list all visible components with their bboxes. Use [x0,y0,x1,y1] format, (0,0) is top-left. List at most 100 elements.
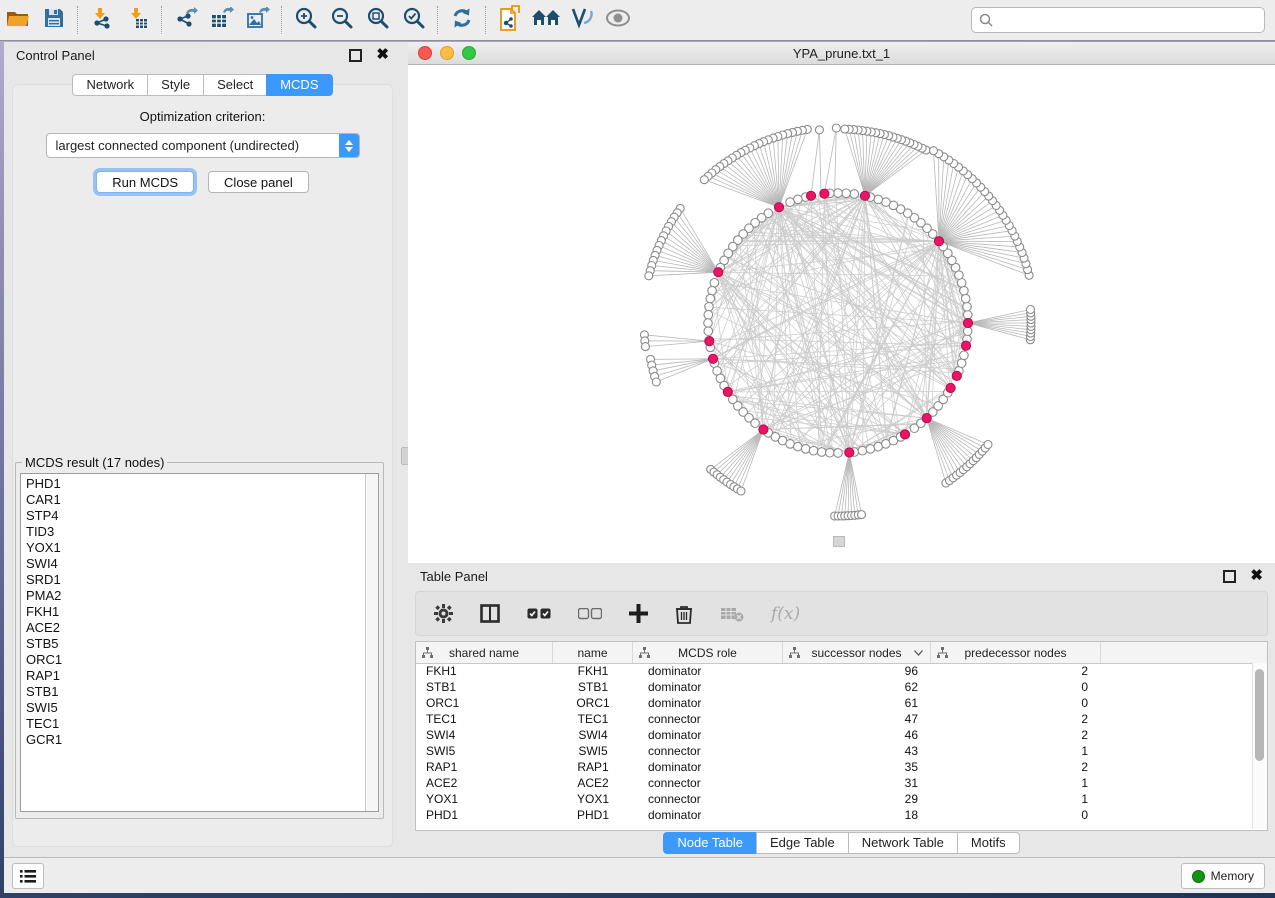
cell-mcds-role[interactable]: dominator [633,695,783,711]
network-node[interactable] [710,279,719,288]
network-node[interactable] [817,448,826,457]
cell-shared-name[interactable]: SWI4 [416,727,553,743]
cell-mcds-role[interactable]: connector [633,791,783,807]
network-node[interactable] [963,302,972,311]
add-column-button[interactable] [629,604,648,623]
network-node[interactable] [963,311,972,320]
float-panel-icon[interactable] [349,49,362,62]
mcds-result-item[interactable]: PHD1 [21,476,365,492]
cell-mcds-role[interactable]: dominator [633,807,783,823]
zoom-selected-button[interactable] [396,4,432,36]
network-node[interactable] [794,442,803,451]
show-hide-button[interactable] [600,4,636,36]
cell-name[interactable]: FKH1 [553,663,633,679]
cell-mcds-role[interactable]: connector [633,775,783,791]
zoom-out-button[interactable] [324,4,360,36]
table-scrollbar-thumb[interactable] [1255,669,1264,761]
mcds-result-item[interactable]: SWI4 [21,556,365,572]
network-node[interactable] [786,198,795,207]
import-network-button[interactable] [84,4,120,36]
cell-mcds-role[interactable]: connector [633,711,783,727]
mcds-hub-node[interactable] [723,387,732,396]
mcds-result-item[interactable]: STB1 [21,684,365,700]
mcds-hub-node[interactable] [774,203,783,212]
network-overview-button[interactable] [528,4,564,36]
network-node[interactable] [866,445,875,454]
network-node[interactable] [834,189,843,198]
network-node[interactable] [801,445,810,454]
cell-shared-name[interactable]: ACE2 [416,775,553,791]
mcds-hub-node[interactable] [806,191,815,200]
tab-mcds[interactable]: MCDS [266,74,332,96]
cell-shared-name[interactable]: TEC1 [416,711,553,727]
toolbar-search[interactable] [971,7,1265,33]
network-node[interactable] [930,147,938,155]
network-node[interactable] [809,446,818,455]
cell-successor-nodes[interactable]: 31 [783,775,931,791]
cell-name[interactable]: TEC1 [553,711,633,727]
refresh-button[interactable] [444,4,480,36]
cell-mcds-role[interactable]: dominator [633,759,783,775]
mcds-result-item[interactable]: ORC1 [21,652,365,668]
mcds-result-list[interactable]: PHD1CAR1STP4TID3YOX1SWI4SRD1PMA2FKH1ACE2… [21,474,365,811]
mcds-hub-node[interactable] [860,191,869,200]
network-node[interactable] [842,189,851,198]
network-canvas[interactable] [408,65,1275,564]
network-node[interactable] [815,126,823,134]
zoom-in-button[interactable] [288,4,324,36]
save-session-button[interactable] [36,4,72,36]
network-node[interactable] [961,294,970,303]
cell-shared-name[interactable]: RAP1 [416,759,553,775]
cell-predecessor-nodes[interactable]: 0 [931,695,1101,711]
network-node[interactable] [641,343,649,351]
network-node[interactable] [751,419,760,428]
cell-shared-name[interactable]: FKH1 [416,663,553,679]
cell-predecessor-nodes[interactable]: 0 [931,807,1101,823]
cell-predecessor-nodes[interactable]: 1 [931,743,1101,759]
open-session-button[interactable] [0,4,36,36]
mcds-result-item[interactable]: GCR1 [21,732,365,748]
network-node[interactable] [960,286,969,295]
network-node[interactable] [737,487,745,495]
network-node[interactable] [960,351,969,360]
cell-predecessor-nodes[interactable]: 2 [931,727,1101,743]
mcds-hub-node[interactable] [705,337,714,346]
cell-successor-nodes[interactable]: 18 [783,807,931,823]
mcds-result-item[interactable]: TID3 [21,524,365,540]
tab-node-table[interactable]: Node Table [663,832,757,854]
network-node[interactable] [704,311,713,320]
cell-name[interactable]: ORC1 [553,695,633,711]
network-node[interactable] [858,511,866,519]
table-row[interactable]: SWI4SWI4dominator462 [416,727,1253,743]
network-node[interactable] [645,272,653,280]
network-node[interactable] [832,124,840,132]
tab-network[interactable]: Network [72,74,148,96]
delete-table-button[interactable] [720,606,744,622]
cell-name[interactable]: YOX1 [553,791,633,807]
export-table-button[interactable] [204,4,240,36]
mcds-result-item[interactable]: SRD1 [21,572,365,588]
mcds-hub-node[interactable] [708,354,717,363]
network-node[interactable] [834,449,843,458]
network-node[interactable] [704,319,713,328]
table-row[interactable]: RAP1RAP1dominator352 [416,759,1253,775]
table-row[interactable]: FKH1FKH1dominator962 [416,663,1253,679]
horizontal-splitter-handle[interactable] [833,536,845,547]
cell-mcds-role[interactable]: dominator [633,727,783,743]
network-node[interactable] [984,441,992,449]
network-node[interactable] [858,446,867,455]
network-node[interactable] [705,302,714,311]
mcds-hub-node[interactable] [900,430,909,439]
cell-successor-nodes[interactable]: 47 [783,711,931,727]
network-node[interactable] [652,378,660,386]
cell-predecessor-nodes[interactable]: 2 [931,663,1101,679]
cell-name[interactable]: SWI5 [553,743,633,759]
mcds-result-item[interactable]: TEC1 [21,716,365,732]
mcds-hub-node[interactable] [946,383,955,392]
mcds-result-item[interactable]: PMA2 [21,588,365,604]
mcds-hub-node[interactable] [952,371,961,380]
delete-column-button[interactable] [675,604,693,624]
cell-name[interactable]: SWI4 [553,727,633,743]
mcds-hub-node[interactable] [961,341,970,350]
tab-select[interactable]: Select [203,74,267,96]
